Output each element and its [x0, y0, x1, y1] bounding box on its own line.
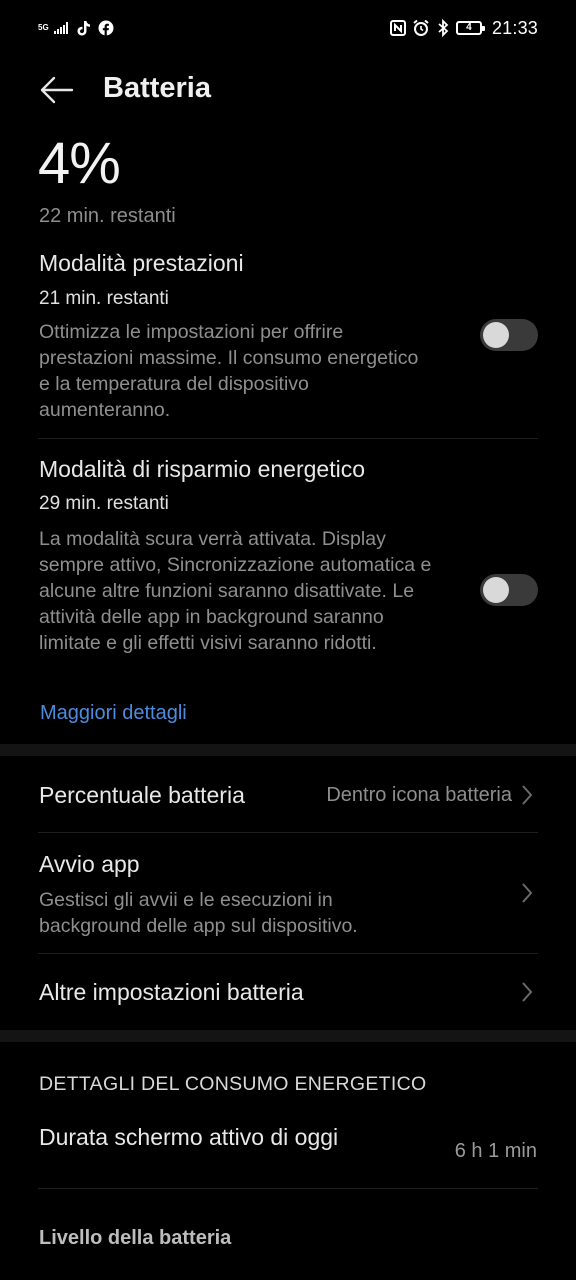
clock: 21:33 — [491, 17, 538, 38]
screen-on-time-label: Durata schermo attivo di oggi — [39, 1124, 339, 1150]
section-separator — [0, 744, 576, 756]
toggle-knob — [483, 322, 509, 348]
battery-percentage: 4% — [38, 131, 121, 196]
power-saving-mode-remaining: 29 min. restanti — [39, 493, 169, 514]
performance-mode-title: Modalità prestazioni — [39, 250, 244, 276]
chevron-right-icon — [520, 783, 534, 807]
app-launch-label: Avvio app — [39, 851, 140, 877]
consumption-section-title: DETTAGLI DEL CONSUMO ENERGETICO — [39, 1073, 427, 1095]
battery-time-remaining: 22 min. restanti — [39, 205, 176, 227]
power-saving-mode-toggle[interactable] — [480, 574, 538, 606]
status-bar-right: 4 21:33 — [389, 17, 538, 39]
app-launch-setting[interactable]: Avvio app Gestisci gli avvii e le esecuz… — [0, 833, 576, 953]
signal-strength-icon — [54, 22, 68, 34]
app-launch-description: Gestisci gli avvii e le esecuzioni in ba… — [39, 889, 358, 937]
nfc-icon — [389, 20, 406, 36]
more-battery-settings[interactable]: Altre impostazioni batteria — [0, 954, 576, 1030]
power-saving-mode-row[interactable]: Modalità di risparmio energetico 29 min.… — [0, 452, 576, 692]
battery-percentage-setting-label: Percentuale batteria — [39, 782, 245, 808]
more-details-link[interactable]: Maggiori dettagli — [40, 702, 187, 725]
power-saving-mode-description: La modalità scura verrà attivata. Displa… — [39, 528, 432, 654]
arrow-left-icon — [38, 75, 74, 105]
performance-mode-row[interactable]: Modalità prestazioni 21 min. restanti Ot… — [0, 246, 576, 436]
status-bar: 5G 4 21:33 — [0, 0, 576, 56]
battery-percentage-setting-value: Dentro icona batteria — [326, 784, 512, 806]
performance-mode-remaining: 21 min. restanti — [39, 288, 169, 309]
bluetooth-icon — [436, 18, 450, 38]
more-battery-settings-label: Altre impostazioni batteria — [39, 979, 304, 1005]
tiktok-icon — [74, 19, 92, 37]
facebook-icon — [98, 20, 114, 36]
performance-mode-toggle[interactable] — [480, 319, 538, 351]
toggle-knob — [483, 577, 509, 603]
network-type-label: 5G — [38, 23, 49, 32]
back-button[interactable] — [36, 70, 76, 110]
divider — [38, 1188, 538, 1189]
power-saving-mode-title: Modalità di risparmio energetico — [39, 456, 365, 482]
performance-mode-description: Ottimizza le impostazioni per offrire pr… — [39, 321, 419, 421]
page-title: Batteria — [103, 72, 211, 104]
chevron-right-icon — [520, 881, 534, 905]
alarm-icon — [412, 19, 430, 37]
status-bar-left: 5G — [38, 17, 114, 39]
divider — [38, 438, 538, 439]
battery-status-icon: 4 — [455, 21, 485, 35]
section-separator — [0, 1030, 576, 1042]
chevron-right-icon — [520, 980, 534, 1004]
screen-on-time-row: Durata schermo attivo di oggi 6 h 1 min — [0, 1116, 576, 1188]
battery-percentage-setting[interactable]: Percentuale batteria Dentro icona batter… — [0, 756, 576, 832]
battery-status-level: 4 — [466, 22, 472, 33]
battery-level-chart-label: Livello della batteria — [39, 1227, 232, 1249]
screen-on-time-value: 6 h 1 min — [454, 1140, 537, 1162]
